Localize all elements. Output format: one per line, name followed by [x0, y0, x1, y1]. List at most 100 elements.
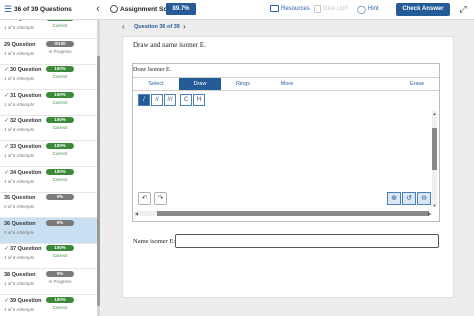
sidebar-question-attempts: 1 of 6 Attempts [4, 50, 35, 56]
sidebar-question-item[interactable]: 29 Question 1 of 6 Attempts 0/100 In Progre… [0, 39, 97, 65]
check-circle-icon: ✓ [4, 246, 10, 253]
sidebar-question-item[interactable]: ✓ 31 Question 1 of 6 Attempts 100% Correct [0, 90, 97, 116]
question-sidebar: ✓28 Question1 of 6 Attempts100%Correct29… [0, 20, 98, 316]
prev-question-icon[interactable]: ‹ [122, 22, 125, 32]
answer-label: Name isomer E: [133, 238, 176, 245]
sidebar-score-badge: 0% [46, 194, 74, 201]
zoom-out-icon[interactable]: ⊖ [417, 192, 431, 205]
tab-erase[interactable]: Erase [396, 78, 438, 90]
sidebar-score-badge: 100% [46, 143, 74, 149]
sidebar-score-badge: 100% [46, 91, 74, 98]
sidebar-question-title: 35 Question [4, 195, 36, 202]
sidebar-question-item[interactable]: 35 Question 0 of 6 Attempts 0% [0, 192, 97, 219]
sidebar-question-attempts: 1 of 6 Attempts [4, 281, 35, 286]
sidebar-score-badge: 100% [46, 20, 74, 21]
sidebar-question-status: Correct [52, 125, 68, 131]
sidebar-question-title: 28 Question [10, 20, 41, 23]
sidebar-question-item[interactable]: ✓ 30 Question 1 of 6 Attempts 100% Correct [0, 64, 97, 91]
sidebar-question-attempts: 1 of 6 Attempts [4, 153, 35, 158]
single-bond-tool[interactable]: / [138, 94, 150, 106]
sidebar-score-badge: 100% [46, 296, 74, 303]
sidebar-question-item[interactable]: 38 Question 1 of 6 Attempts 0% In Progress [0, 269, 97, 295]
question-prompt: Draw and name isomer E. [133, 41, 206, 49]
folder-icon[interactable] [270, 5, 279, 12]
sidebar-score-badge: 100% [46, 245, 74, 252]
scroll-right-icon[interactable]: ▶ [427, 211, 432, 216]
lightbulb-icon[interactable]: ◯ [357, 5, 366, 14]
scroll-left-icon[interactable]: ◀ [134, 211, 139, 216]
tab-select[interactable]: Select [133, 78, 179, 90]
answer-input[interactable] [175, 234, 439, 248]
sidebar-score-badge: 0% [46, 271, 74, 277]
sidebar-question-title: 29 Question [4, 41, 36, 48]
zoom-reset-icon[interactable]: ↺ [402, 192, 416, 205]
sidebar-question-title: 34 Question [10, 169, 42, 176]
zoom-in-icon[interactable]: ⊕ [387, 192, 401, 205]
check-circle-icon: ✓ [4, 20, 9, 22]
sidebar-score-badge: 100% [46, 117, 74, 124]
sidebar-question-item[interactable]: ✓ 39 Question 1 of 6 Attempts 100% Correct [0, 295, 97, 316]
chevron-left-icon[interactable]: ‹ [93, 3, 103, 15]
sidebar-question-title: 32 Question [10, 118, 42, 125]
check-circle-icon: ✓ [4, 92, 10, 99]
sidebar-question-attempts: 0 of 6 Attempts [4, 204, 35, 210]
check-circle-icon: ✓ [4, 169, 10, 176]
sidebar-question-attempts: 1 of 6 Attempts [4, 306, 35, 312]
sidebar-question-item[interactable]: 36 Question 0 of 6 Attempts 0% [0, 217, 97, 244]
hint-button[interactable]: Hint [368, 5, 379, 14]
sidebar-question-title: 33 Question [10, 144, 42, 150]
question-count[interactable]: 36 of 39 Questions [14, 5, 72, 14]
double-bond-tool[interactable]: // [151, 94, 163, 106]
sidebar-question-title: 39 Question [10, 297, 42, 304]
resources-button[interactable]: Resources [281, 5, 310, 14]
sidebar-question-attempts: 1 of 6 Attempts [4, 178, 35, 184]
sketcher-title: Draw Isomer E. [133, 67, 172, 73]
assignment-score-value: 89.7% [166, 3, 196, 15]
sidebar-score-badge: 0% [46, 219, 74, 226]
canvas-vertical-scroll-thumb[interactable] [432, 128, 437, 170]
sidebar-question-item[interactable]: ✓ 33 Question 1 of 6 Attempts 100% Correct [0, 141, 97, 167]
redo-icon[interactable]: ↷ [154, 192, 167, 205]
sidebar-question-item[interactable]: ✓ 32 Question 1 of 6 Attempts 100% Correct [0, 115, 97, 142]
sidebar-question-attempts: 1 of 6 Attempts [4, 127, 35, 133]
sidebar-question-attempts: 1 of 6 Attempts [4, 255, 35, 261]
tab-draw[interactable]: Draw [179, 78, 221, 90]
next-question-icon[interactable]: › [183, 22, 186, 32]
tab-more[interactable]: More [265, 78, 309, 90]
sidebar-question-status: Correct [52, 74, 68, 80]
question-navigation: ‹ Question 36 of 39 › [122, 21, 454, 34]
scroll-down-icon[interactable]: ▼ [432, 203, 437, 208]
sidebar-question-status: Correct [52, 99, 68, 105]
sidebar-score-badge: 0/100 [46, 40, 74, 47]
sidebar-question-title: 37 Question [10, 246, 42, 253]
canvas-horizontal-scroll-thumb[interactable] [157, 211, 429, 216]
sidebar-question-attempts: 1 of 6 Attempts [4, 101, 35, 107]
sidebar-question-attempts: 1 of 6 Attempts [4, 25, 35, 30]
sidebar-score-badge: 100% [46, 66, 74, 73]
tab-rings[interactable]: Rings [221, 78, 265, 90]
sidebar-question-attempts: 0 of 6 Attempts [4, 229, 35, 235]
check-circle-icon: ✓ [4, 67, 10, 74]
sidebar-question-status: In Progress [48, 279, 72, 284]
hydrogen-atom-tool[interactable]: H [193, 94, 205, 106]
question-nav-label: Question 36 of 39 [134, 24, 180, 30]
carbon-atom-tool[interactable]: C [180, 94, 192, 106]
sidebar-question-title: 31 Question [10, 92, 42, 99]
triple-bond-tool[interactable]: /// [164, 94, 176, 106]
sidebar-question-item[interactable]: ✓28 Question 1 of 6 Attempts 100% Correct [0, 20, 97, 39]
undo-icon[interactable]: ↶ [138, 192, 151, 205]
scroll-up-icon[interactable]: ▲ [432, 111, 437, 116]
sidebar-question-status: Correct [52, 304, 68, 310]
check-circle-icon: ✓ [4, 118, 10, 125]
sidebar-question-status: Correct [52, 23, 68, 28]
sidebar-question-attempts: 1 of 6 Attempts [4, 76, 35, 82]
list-icon[interactable]: ☰ [4, 5, 13, 14]
sidebar-question-status: Correct [52, 253, 68, 259]
sidebar-question-status: Correct [52, 176, 68, 182]
sidebar-question-title: 36 Question [4, 220, 36, 227]
check-answer-button[interactable]: Check Answer [396, 3, 450, 16]
sidebar-question-item[interactable]: ✓ 37 Question 1 of 6 Attempts 100% Correct [0, 243, 97, 270]
collapse-arrows-icon[interactable]: ⤢ [458, 4, 468, 14]
give-up-button: Give Up? [323, 6, 349, 12]
sidebar-question-item[interactable]: ✓ 34 Question 1 of 6 Attempts 100% Correct [0, 167, 97, 193]
